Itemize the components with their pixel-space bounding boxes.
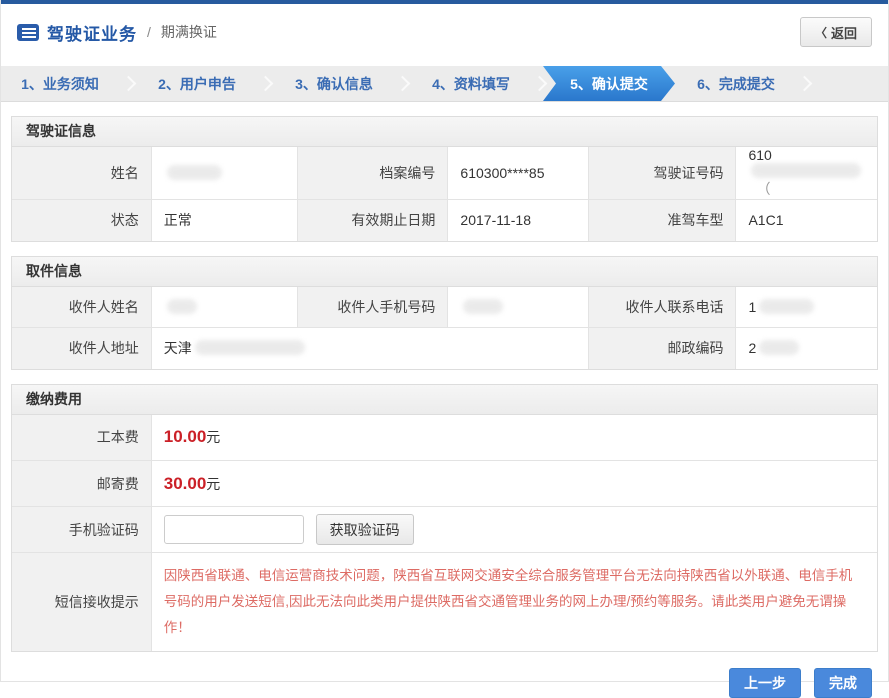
license-info-table: 姓名 档案编号 610300****85 驾驶证号码 610 （ 状态 正常 有效… [12,147,877,241]
table-row: 收件人地址 天津 邮政编码 2 [12,328,877,369]
table-row: 短信接收提示 因陕西省联通、电信运营商技术问题，陕西省互联网交通安全综合服务管理… [12,553,877,652]
step-3-confirm-info[interactable]: 3、确认信息 [275,66,393,101]
recipient-name-value [151,287,297,328]
redacted-license-number [751,163,861,178]
production-fee-amount: 10.00 [164,427,207,446]
name-value [151,147,297,200]
license-number-suffix: （ [756,181,770,197]
step-2-user-declaration[interactable]: 2、用户申告 [138,66,256,101]
chevron-right-icon [797,76,813,92]
mailing-fee-amount: 30.00 [164,474,207,493]
sms-notice-text: 因陕西省联通、电信运营商技术问题，陕西省互联网交通安全综合服务管理平台无法向持陕… [164,563,861,641]
pickup-info-section: 取件信息 收件人姓名 收件人手机号码 收件人联系电话 1 收件人地址 天津 [11,256,878,370]
file-number-label: 档案编号 [297,147,448,200]
breadcrumb-separator: / [147,24,151,40]
license-info-section: 驾驶证信息 姓名 档案编号 610300****85 驾驶证号码 610 （ 状态… [11,116,878,242]
postal-code-value: 2 [736,328,877,369]
redacted-phone [759,299,814,314]
license-number-prefix: 610 [748,147,771,163]
recipient-phone-value: 1 [736,287,877,328]
chevron-right-icon [121,76,137,92]
step-1-business-notice[interactable]: 1、业务须知 [1,66,119,101]
table-row: 收件人姓名 收件人手机号码 收件人联系电话 1 [12,287,877,328]
vehicle-type-value: A1C1 [736,200,877,241]
recipient-mobile-value [448,287,589,328]
redacted-recipient-name [167,299,197,314]
postal-code-label: 邮政编码 [589,328,736,369]
breadcrumb-current: 期满换证 [161,22,217,42]
license-number-label: 驾驶证号码 [589,147,736,200]
chevron-right-icon [258,76,274,92]
sms-notice-label: 短信接收提示 [12,553,151,652]
fees-section: 缴纳费用 工本费 10.00元 邮寄费 30.00元 手机验证码 [11,384,878,653]
step-6-complete-submit[interactable]: 6、完成提交 [677,66,795,101]
redacted-address [195,340,305,355]
list-icon [17,24,39,41]
previous-step-button[interactable]: 上一步 [729,668,801,698]
step-5-confirm-submit-active[interactable]: 5、确认提交 [543,66,675,101]
get-code-button[interactable]: 获取验证码 [316,514,414,545]
production-fee-label: 工本费 [12,415,151,461]
recipient-mobile-label: 收件人手机号码 [297,287,448,328]
license-section-title: 驾驶证信息 [12,117,877,147]
table-row: 状态 正常 有效期止日期 2017-11-18 准驾车型 A1C1 [12,200,877,241]
step-navigation: 1、业务须知 2、用户申告 3、确认信息 4、资料填写 5、确认提交 6、完成提… [1,66,888,102]
steps-filler [814,66,888,101]
status-value: 正常 [151,200,297,241]
recipient-address-label: 收件人地址 [12,328,151,369]
fees-section-title: 缴纳费用 [12,385,877,415]
table-row: 姓名 档案编号 610300****85 驾驶证号码 610 （ [12,147,877,200]
sms-code-input[interactable] [164,515,304,544]
postal-prefix: 2 [748,340,756,356]
back-button-label: 返回 [831,23,857,42]
phone-prefix: 1 [748,299,756,315]
redacted-mobile [463,299,503,314]
currency-unit: 元 [206,476,220,492]
mailing-fee-label: 邮寄费 [12,461,151,507]
recipient-phone-label: 收件人联系电话 [589,287,736,328]
footer-actions: 上一步 完成 [1,652,888,698]
currency-unit: 元 [206,429,220,445]
table-row: 工本费 10.00元 [12,415,877,461]
status-label: 状态 [12,200,151,241]
sms-code-label: 手机验证码 [12,507,151,553]
production-fee-value: 10.00元 [151,415,877,461]
step-4-fill-data[interactable]: 4、资料填写 [412,66,530,101]
fees-table: 工本费 10.00元 邮寄费 30.00元 手机验证码 获取验证码 短信接收提 [12,415,877,652]
page-title: 驾驶证业务 [47,20,137,45]
chevron-left-icon: 〈 [815,24,827,41]
recipient-name-label: 收件人姓名 [12,287,151,328]
page: 驾驶证业务 / 期满换证 〈 返回 1、业务须知 2、用户申告 3、确认信息 4… [0,0,889,682]
sms-code-cell: 获取验证码 [151,507,877,553]
redacted-name [167,165,222,180]
table-row: 手机验证码 获取验证码 [12,507,877,553]
expiry-value: 2017-11-18 [448,200,589,241]
mailing-fee-value: 30.00元 [151,461,877,507]
pickup-info-table: 收件人姓名 收件人手机号码 收件人联系电话 1 收件人地址 天津 邮政编码 2 [12,287,877,369]
vehicle-type-label: 准驾车型 [589,200,736,241]
header: 驾驶证业务 / 期满换证 〈 返回 [1,4,888,60]
table-row: 邮寄费 30.00元 [12,461,877,507]
license-number-value: 610 （ [736,147,877,200]
chevron-right-icon [395,76,411,92]
chevron-right-icon [532,76,548,92]
finish-button[interactable]: 完成 [814,668,872,698]
expiry-label: 有效期止日期 [297,200,448,241]
back-button[interactable]: 〈 返回 [800,17,872,47]
redacted-postal [759,340,799,355]
breadcrumb: 驾驶证业务 / 期满换证 [17,20,217,45]
recipient-address-value: 天津 [151,328,589,369]
pickup-section-title: 取件信息 [12,257,877,287]
name-label: 姓名 [12,147,151,200]
sms-notice-cell: 因陕西省联通、电信运营商技术问题，陕西省互联网交通安全综合服务管理平台无法向持陕… [151,553,877,652]
file-number-value: 610300****85 [448,147,589,200]
address-prefix: 天津 [164,340,192,356]
